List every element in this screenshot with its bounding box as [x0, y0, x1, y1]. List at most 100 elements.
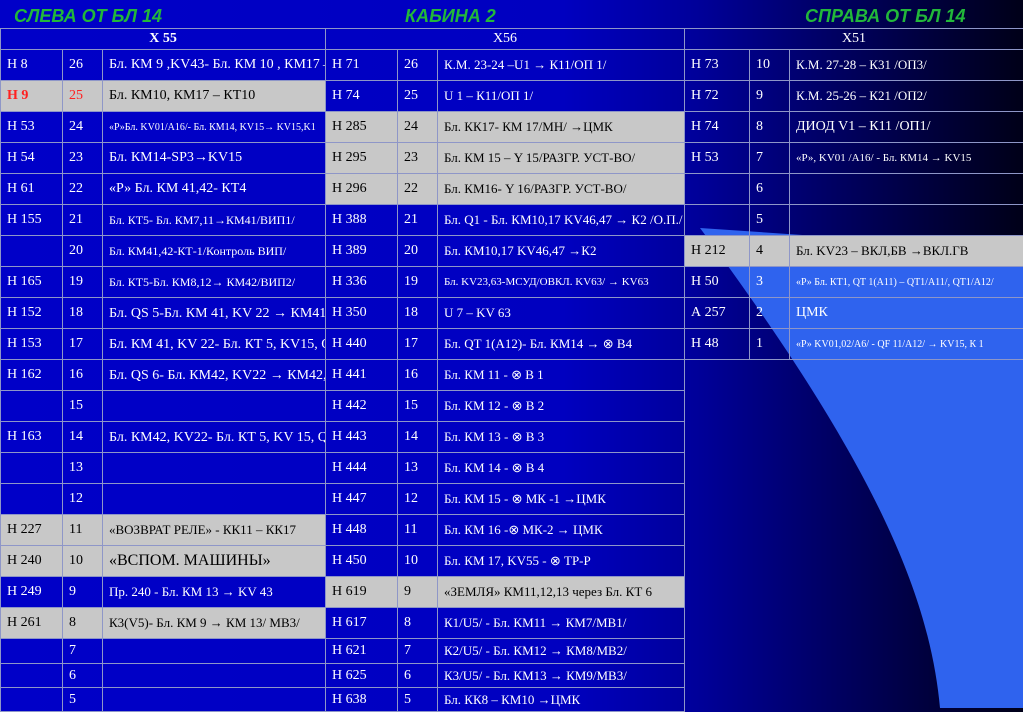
wire-cell: А 257	[685, 298, 750, 329]
wire-cell: Н 447	[326, 484, 398, 515]
pin-cell: 8	[398, 608, 438, 639]
desc-cell: Бл. КМ 16 -⊗ МК-2 → ЦМК	[438, 515, 685, 546]
desc-cell	[790, 205, 1023, 236]
table-row: Н 6178К1/U5/ - Бл. КМ11 → КМ7/МВ1/	[326, 608, 685, 639]
desc-cell: Бл. КМ41,42-КТ-1/Контроль ВИП/	[103, 236, 326, 267]
desc-cell: «ВОЗВРАТ РЕЛЕ» - КК11 – КК17	[103, 515, 326, 546]
table-row: Н 16314Бл. КМ42, KV22- Бл. КТ 5, KV 15, …	[1, 422, 326, 453]
pin-cell: 10	[63, 546, 103, 577]
pin-cell: 24	[63, 112, 103, 143]
pin-cell: 18	[398, 298, 438, 329]
wire-cell: Н 336	[326, 267, 398, 298]
wire-cell: Н 48	[685, 329, 750, 360]
wire-cell: Н 285	[326, 112, 398, 143]
connector-x56-table: X56 Н 7126 К.М. 23-24 –U1 → К11/ОП 1/ Н …	[325, 28, 685, 712]
pin-cell: 17	[398, 329, 438, 360]
wire-cell	[1, 664, 63, 688]
table-row: 7	[1, 639, 326, 664]
pin-cell: 12	[398, 484, 438, 515]
table-row: Н 35018U 7 – KV 63	[326, 298, 685, 329]
desc-cell: Бл. КТ5-Бл. КМ8,12→ КМ42/ВИП2/	[103, 267, 326, 298]
desc-cell: Бл. КМ10, КМ17 – КТ10	[103, 81, 326, 112]
pin-cell: 21	[398, 205, 438, 236]
wire-cell: Н 163	[1, 422, 63, 453]
wire-cell: Н 9	[1, 81, 63, 112]
pin-cell: 20	[398, 236, 438, 267]
table-row: 12	[1, 484, 326, 515]
wire-cell: Н 350	[326, 298, 398, 329]
wire-cell: Н 442	[326, 391, 398, 422]
desc-cell: Бл. KV23 – ВКЛ,БВ →ВКЛ.ГВ	[790, 236, 1023, 267]
pin-cell: 22	[398, 174, 438, 205]
pin-cell: 16	[63, 360, 103, 391]
wire-cell: Н 621	[326, 639, 398, 664]
desc-cell: Бл. КМ 13 - ⊗ В 3	[438, 422, 685, 453]
pin-cell: 6	[750, 174, 790, 205]
desc-cell: Бл. КМ14-SP3→KV15	[103, 143, 326, 174]
table-row: Н 16216Бл. QS 6- Бл. КМ42, KV22 → КМ42, …	[1, 360, 326, 391]
wire-cell: Н 73	[685, 50, 750, 81]
header-right: СПРАВА ОТ БЛ 14	[805, 6, 965, 27]
wire-cell: Н 619	[326, 577, 398, 608]
wire-cell	[1, 391, 63, 422]
pin-cell: 5	[750, 205, 790, 236]
desc-cell: К.М. 23-24 –U1 → К11/ОП 1/	[438, 50, 685, 81]
table-row: Н 7425U 1 – К11/ОП 1/	[326, 81, 685, 112]
table-row: Н 503«Р» Бл. КТ1, QT 1(А11) – QT1/A11/, …	[685, 267, 1023, 298]
table-row: Н 16519Бл. КТ5-Бл. КМ8,12→ КМ42/ВИП2/	[1, 267, 326, 298]
desc-cell	[103, 664, 326, 688]
pin-cell: 14	[398, 422, 438, 453]
connector-x51-table: X51 Н 7310К.М. 27-28 – К31 /ОП3/ Н 729К.…	[684, 28, 1023, 391]
table-row: 6	[1, 664, 326, 688]
pin-cell: 8	[750, 112, 790, 143]
table-row: Н 38821Бл. Q1 - Бл. КМ10,17 KV46,47 → К2…	[326, 205, 685, 236]
desc-cell: Бл. QT 1(А12)- Бл. КМ14 → ⊗ В4	[438, 329, 685, 360]
connector-x55-table: X 55 Н 826Бл. КМ 9 ,KV43- Бл. КМ 10 , КМ…	[0, 28, 326, 712]
desc-cell: ЦМК	[790, 298, 1023, 329]
table-row: Н 44314Бл. КМ 13 - ⊗ В 3	[326, 422, 685, 453]
table-row: Н 6122«Р» Бл. КМ 41,42- КТ4	[1, 174, 326, 205]
pin-cell: 2	[750, 298, 790, 329]
wire-cell: Н 74	[685, 112, 750, 143]
wire-cell: Н 388	[326, 205, 398, 236]
pin-cell: 25	[63, 81, 103, 112]
desc-cell: Бл. QS 6- Бл. КМ42, KV22 → КМ42, УД. БВ …	[103, 360, 326, 391]
desc-cell: «Р», KV01 /A16/ - Бл. КМ14 → KV15	[790, 143, 1023, 174]
wire-cell: Н 443	[326, 422, 398, 453]
desc-cell	[103, 484, 326, 515]
pin-cell: 26	[63, 50, 103, 81]
wire-cell: Н 625	[326, 664, 398, 688]
wire-cell: Н 72	[685, 81, 750, 112]
pin-cell: 14	[63, 422, 103, 453]
table-row: Н 44811Бл. КМ 16 -⊗ МК-2 → ЦМК	[326, 515, 685, 546]
wire-cell: Н 440	[326, 329, 398, 360]
wire-cell	[685, 205, 750, 236]
desc-cell	[103, 639, 326, 664]
pin-cell: 16	[398, 360, 438, 391]
pin-cell: 19	[63, 267, 103, 298]
wire-cell: Н 249	[1, 577, 63, 608]
wire-cell: Н 155	[1, 205, 63, 236]
pin-cell: 9	[750, 81, 790, 112]
wire-cell: Н 162	[1, 360, 63, 391]
wire-cell: Н 448	[326, 515, 398, 546]
wire-cell: Н 71	[326, 50, 398, 81]
wire-cell	[1, 639, 63, 664]
desc-cell: «Р»Бл. KV01/A16/- Бл. КМ14, KV15→ KV15,K…	[103, 112, 326, 143]
wire-cell: Н 74	[326, 81, 398, 112]
pin-cell: 6	[398, 664, 438, 688]
table-row: Н 44215Бл. КМ 12 - ⊗ В 2	[326, 391, 685, 422]
table-row: Н 44116Бл. КМ 11 - ⊗ В 1	[326, 360, 685, 391]
desc-cell: «Р» Бл. КМ 41,42- КТ4	[103, 174, 326, 205]
pin-cell: 11	[398, 515, 438, 546]
table-row: Н 2618К3(V5)- Бл. КМ 9 → КМ 13/ МВ3/	[1, 608, 326, 639]
desc-cell: К.М. 27-28 – К31 /ОП3/	[790, 50, 1023, 81]
desc-cell: К2/U5/ - Бл. КМ12 → КМ8/МВ2/	[438, 639, 685, 664]
pin-cell: 8	[63, 608, 103, 639]
desc-cell: Бл. КК17- КМ 17/МН/ →ЦМК	[438, 112, 685, 143]
table-row: Н 7310К.М. 27-28 – К31 /ОП3/	[685, 50, 1023, 81]
desc-cell	[790, 174, 1023, 205]
wire-cell: Н 54	[1, 143, 63, 174]
wire-cell: Н 212	[685, 236, 750, 267]
table-row: Н 45010Бл. КМ 17, KV55 - ⊗ ТР-Р	[326, 546, 685, 577]
